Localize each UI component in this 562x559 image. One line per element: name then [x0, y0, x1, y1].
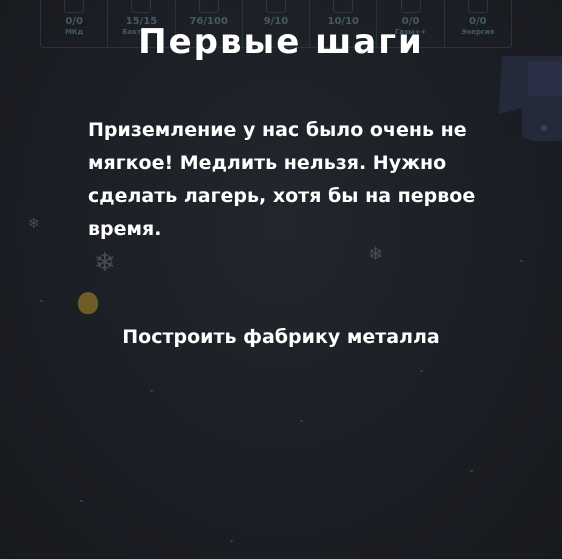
- quest-title: Первые шаги: [138, 22, 424, 62]
- game-scene: 0/0 МКд 15/15 Бактерии 76/100 9/10 10/10…: [0, 0, 562, 559]
- ground-speck: [80, 500, 83, 502]
- molecule-icon: [265, 0, 286, 13]
- energy-cell-icon: [64, 0, 85, 13]
- quest-description: Приземление у нас было очень не мягкое! …: [88, 119, 476, 240]
- lightning-icon: [467, 0, 488, 13]
- snowflake-icon: ❄: [368, 244, 384, 265]
- snowflake-icon: ❄: [94, 248, 116, 278]
- lander-sprite: [492, 56, 562, 141]
- crate-icon: [333, 0, 354, 13]
- snowflake-icon: ❄: [28, 216, 40, 232]
- supply-pod-sprite: [78, 292, 98, 314]
- ground-speck: [150, 390, 153, 392]
- bacteria-icon: [131, 0, 152, 13]
- quest-objective: Построить фабрику металла: [122, 326, 440, 348]
- ground-speck: [300, 420, 303, 422]
- gas-icon: [400, 0, 421, 13]
- ground-speck: [230, 540, 233, 542]
- ground-speck: [520, 260, 523, 262]
- ground-speck: [470, 470, 473, 472]
- ground-speck: [420, 370, 423, 372]
- ground-speck: [40, 300, 43, 302]
- food-icon: [198, 0, 219, 13]
